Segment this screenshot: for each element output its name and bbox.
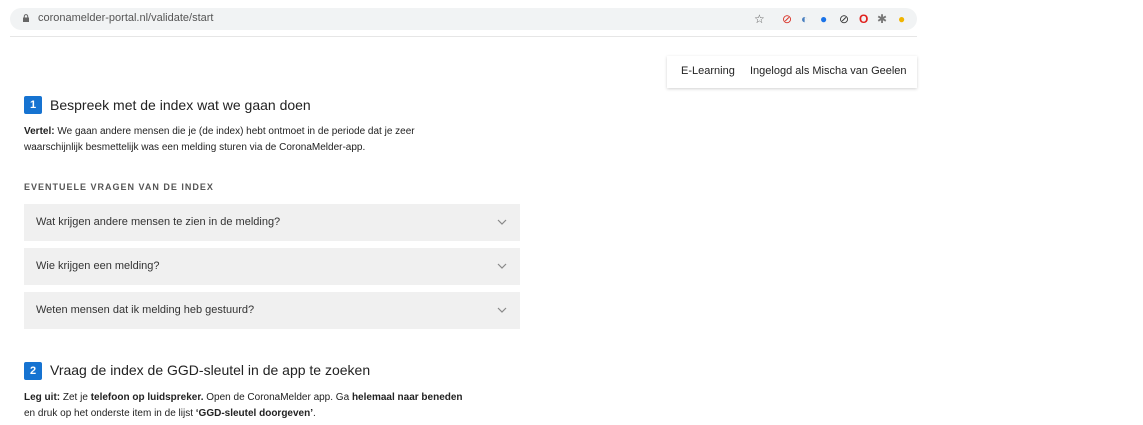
- explain-text-4: .: [313, 408, 316, 419]
- explain-label: Leg uit:: [24, 392, 61, 403]
- user-menu[interactable]: Ingelogd als Mischa van Geelen: [750, 65, 907, 77]
- question-text: Wie krijgen een melding?: [36, 260, 160, 272]
- address-bar[interactable]: coronamelder-portal.nl/validate/start ☆ …: [10, 8, 917, 30]
- extension-bug-icon[interactable]: ✱: [877, 11, 887, 27]
- tell-text-2: waarschijnlijk besmettelijk was een meld…: [24, 142, 366, 153]
- extension-blue-dot-icon[interactable]: ●: [820, 11, 827, 27]
- lock-icon: [23, 14, 29, 22]
- step-2-title: Vraag de index de GGD-sleutel in de app …: [50, 362, 371, 378]
- explain-bold-3: ‘GGD-sleutel doorgeven’: [195, 408, 314, 419]
- question-text: Wat krijgen andere mensen te zien in de …: [36, 216, 281, 228]
- step-1-badge: 1: [24, 96, 42, 114]
- url-text: coronamelder-portal.nl/validate/start: [38, 12, 214, 24]
- tell-label: Vertel:: [24, 126, 55, 137]
- extension-blocker-icon[interactable]: ⊘: [782, 11, 792, 27]
- extension-search-icon[interactable]: ◐: [801, 11, 808, 27]
- explain-text-1: Zet je: [60, 392, 91, 403]
- extension-yellow-icon[interactable]: ●: [898, 11, 905, 27]
- chevron-down-icon: [497, 263, 507, 269]
- extension-block-icon[interactable]: ⊘: [839, 11, 849, 27]
- top-nav: E-Learning Ingelogd als Mischa van Geele…: [667, 56, 917, 88]
- opera-icon[interactable]: O: [859, 11, 868, 27]
- question-accordion-1[interactable]: Wat krijgen andere mensen te zien in de …: [24, 204, 520, 241]
- step-2-text: Leg uit: Zet je telefoon op luidspreker.…: [24, 390, 524, 422]
- question-text: Weten mensen dat ik melding heb gestuurd…: [36, 304, 255, 316]
- chevron-down-icon: [497, 219, 507, 225]
- questions-label: EVENTUELE VRAGEN VAN DE INDEX: [24, 182, 214, 192]
- explain-text-2: Open de CoronaMelder app. Ga: [203, 392, 352, 403]
- browser-divider: [10, 36, 917, 37]
- step-1-title: Bespreek met de index wat we gaan doen: [50, 97, 311, 113]
- chevron-down-icon: [497, 307, 507, 313]
- tell-text-1: We gaan andere mensen die je (de index) …: [54, 126, 415, 137]
- star-bookmark-icon[interactable]: ☆: [754, 11, 765, 27]
- explain-bold-2: helemaal naar beneden: [351, 392, 463, 403]
- explain-bold-1: telefoon op luidspreker.: [90, 392, 204, 403]
- question-accordion-2[interactable]: Wie krijgen een melding?: [24, 248, 520, 285]
- elearning-link[interactable]: E-Learning: [681, 65, 735, 77]
- step-2-badge: 2: [24, 362, 42, 380]
- explain-text-3: en druk op het onderste item in de lijst: [24, 408, 196, 419]
- question-accordion-3[interactable]: Weten mensen dat ik melding heb gestuurd…: [24, 292, 520, 329]
- step-1-text: Vertel: We gaan andere mensen die je (de…: [24, 124, 524, 156]
